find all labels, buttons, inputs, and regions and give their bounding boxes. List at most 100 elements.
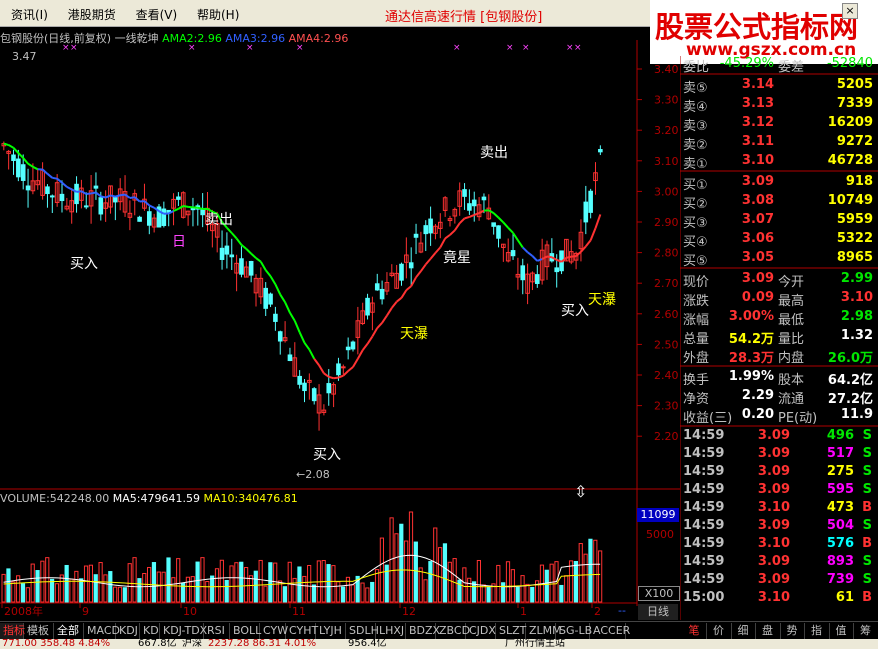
quote-panel-grid [680, 56, 878, 620]
candle-body [45, 186, 50, 195]
indicator-tab[interactable]: 指标 [0, 623, 25, 639]
volume-bar [1, 573, 6, 603]
panel-tab[interactable]: 指 [805, 623, 830, 639]
indicator-tab[interactable]: CJDX [466, 623, 496, 639]
more-dash-icon[interactable]: -- [618, 604, 632, 618]
indicator-tab[interactable]: SG-LB [556, 623, 592, 639]
ama-line-segment [255, 257, 262, 263]
ama-line-segment [589, 227, 597, 241]
volume-bar [248, 575, 254, 603]
candle-body [374, 283, 380, 291]
ama-line-segment [3, 142, 9, 147]
candle-body [311, 388, 317, 402]
ama-line-segment [66, 185, 73, 191]
volume-bar [30, 563, 35, 603]
volume-bar [423, 579, 428, 603]
vol-axis-top: 11099 [637, 508, 679, 522]
volume-bar [452, 558, 457, 603]
y-tick-label: 3.40 [654, 63, 679, 76]
indicator-tab[interactable]: KDJ [116, 623, 140, 639]
ama-line-segment [478, 209, 485, 214]
chart-annotation: 天瀑 [588, 292, 616, 308]
ama-line-segment [338, 374, 344, 379]
volume-bar [297, 566, 302, 603]
ama-line-segment [183, 204, 189, 208]
indicator-tab[interactable]: LYJH [316, 623, 346, 639]
volume-value: VOLUME:542248.00 [0, 492, 110, 505]
volume-bar [438, 547, 443, 603]
candle-body [365, 297, 370, 316]
volume-bar [54, 583, 60, 603]
panel-tab[interactable]: 价 [707, 623, 732, 639]
indicator-tab[interactable]: SDLH [346, 623, 379, 639]
volume-bar [394, 533, 399, 603]
ama-line-segment [86, 192, 92, 196]
volume-bar [568, 560, 574, 603]
volume-bar [515, 586, 520, 603]
ama-line-segment [439, 237, 447, 248]
candle-body [59, 193, 65, 202]
indicator-tab[interactable]: ZLMM [526, 623, 562, 639]
signal-dot-mark: × [188, 43, 196, 53]
vol-unit-button[interactable]: X100 [638, 586, 680, 601]
volume-bars [1, 511, 603, 603]
ama-line-segment [347, 366, 354, 372]
x-tick-label: 1 [520, 605, 527, 618]
volume-bar [374, 569, 380, 603]
indicator-tab[interactable]: SLZT [496, 623, 526, 639]
close-icon[interactable]: × [842, 3, 858, 19]
indicator-tab[interactable]: MACD [84, 623, 120, 639]
panel-tab[interactable]: 笔 [682, 623, 707, 639]
ama-line-segment [488, 209, 495, 214]
chart-annotation: 卖出 [205, 212, 233, 228]
indicator-tab[interactable]: ZBCD [436, 623, 470, 639]
candles [1, 141, 603, 431]
volume-bar [471, 581, 477, 603]
indicator-tab[interactable]: BDZX [406, 623, 440, 639]
candle-body [302, 382, 307, 392]
panel-tab[interactable]: 值 [829, 623, 854, 639]
candle-body [20, 164, 26, 181]
candle-body [496, 225, 501, 239]
panel-tab[interactable]: 筹 [854, 623, 878, 639]
panel-tab[interactable]: 势 [780, 623, 805, 639]
indicator-tab[interactable]: CYW [260, 623, 288, 639]
indicator-tab[interactable]: 全部 [54, 623, 84, 639]
volume-bar [234, 562, 239, 603]
indicator-tab[interactable]: 模板 [24, 623, 54, 639]
candle-body [263, 287, 268, 309]
panel-tab[interactable]: 盘 [756, 623, 781, 639]
volume-bar [108, 571, 113, 603]
kline-chart[interactable]: 3.40 3.30 3.20 3.10 3.00 2.90 2.80 2.70 2.60 2.50… [0, 0, 680, 620]
signal-dot-mark: × [62, 43, 70, 53]
indicator-tab[interactable]: LHXJ [376, 623, 406, 639]
x-tick-label: 11 [292, 605, 306, 618]
volume-header: VOLUME:542248.00 MA5:479641.59 MA10:3404… [0, 492, 298, 505]
status-sz-index: 2237.28 86.31 4.01% [208, 639, 317, 649]
chart-annotation: 卖出 [480, 145, 508, 161]
candle-body [93, 185, 99, 189]
indicator-tab[interactable]: RSI [204, 623, 230, 639]
volume-bar [185, 576, 191, 603]
candle-body [74, 183, 79, 205]
indicator-tab[interactable]: ACCER [590, 623, 630, 639]
signal-dot-mark: × [453, 43, 461, 53]
ama-line-segment [531, 255, 539, 262]
status-sh-amount: 667.8亿 [138, 639, 177, 649]
candle-body [379, 288, 385, 300]
indicator-tab[interactable]: KDJ-TDX [160, 623, 207, 639]
indicator-tab[interactable]: CYHT [286, 623, 318, 639]
signal-dot-mark: × [522, 43, 530, 53]
panel-tab[interactable]: 细 [731, 623, 756, 639]
indicator-tab[interactable]: KD [140, 623, 160, 639]
volume-bar [408, 511, 414, 603]
period-selector[interactable]: 日线 [638, 604, 678, 620]
volume-bar [117, 586, 123, 603]
y-tick-label: 2.70 [654, 277, 679, 290]
ama-line-segment [328, 375, 334, 380]
volume-bar [239, 561, 244, 603]
candle-body [16, 158, 21, 178]
ama-line-segment [391, 301, 398, 309]
candle-body [535, 274, 540, 284]
indicator-tab[interactable]: BOLL [230, 623, 261, 639]
